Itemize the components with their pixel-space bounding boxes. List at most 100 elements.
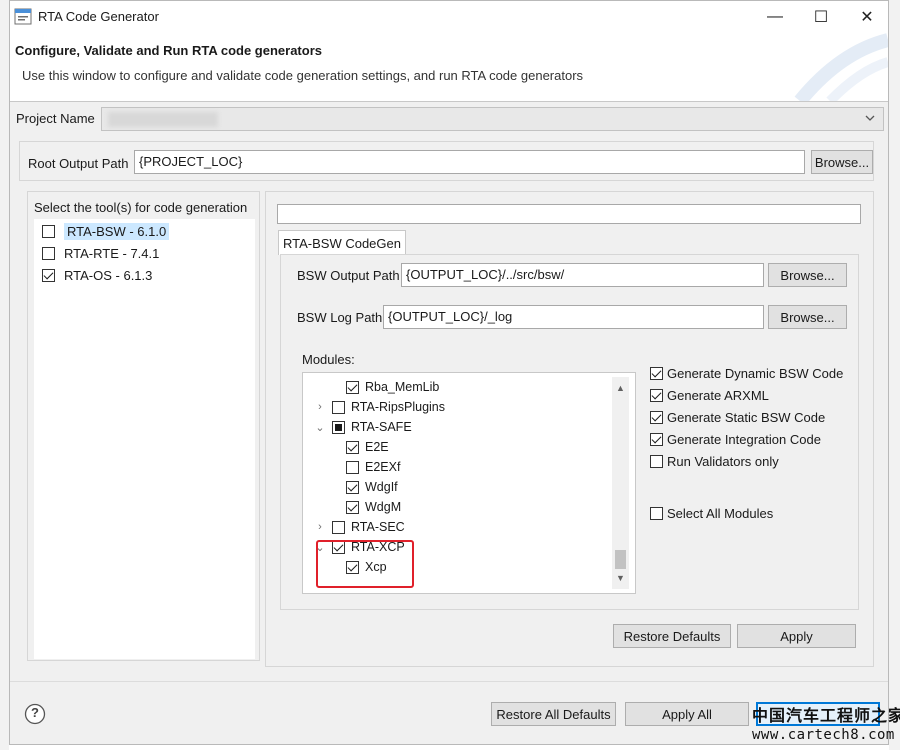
option-label: Generate Static BSW Code: [667, 409, 826, 425]
apply-button[interactable]: Apply: [737, 624, 856, 648]
maximize-button[interactable]: ☐: [798, 1, 844, 32]
scroll-thumb[interactable]: [615, 550, 626, 569]
maximize-icon: ☐: [813, 8, 829, 26]
tab-rta-bsw-codegen[interactable]: RTA-BSW CodeGen: [278, 230, 406, 255]
modules-label: Modules:: [302, 352, 355, 367]
project-name-combo[interactable]: [101, 107, 884, 131]
project-name-label: Project Name: [16, 111, 95, 126]
window-title: RTA Code Generator: [38, 9, 159, 24]
module-rta-sec[interactable]: › RTA-SEC: [313, 517, 405, 537]
tool-label: RTA-RTE - 7.4.1: [64, 245, 160, 261]
option-label: Select All Modules: [667, 505, 774, 521]
tool-checkbox[interactable]: [42, 246, 55, 260]
tool-checkbox[interactable]: [42, 224, 55, 238]
module-rta-safe[interactable]: ⌄ RTA-SAFE: [313, 417, 412, 437]
footer-separator: [10, 681, 888, 682]
bsw-output-browse-button[interactable]: Browse...: [768, 263, 847, 287]
module-checkbox[interactable]: [332, 420, 345, 434]
option-label: Generate Integration Code: [667, 431, 821, 447]
root-output-input[interactable]: {PROJECT_LOC}: [134, 150, 805, 174]
app-icon: [14, 8, 32, 25]
tool-item-rta-rte[interactable]: RTA-RTE - 7.4.1: [42, 243, 159, 263]
tools-list: RTA-BSW - 6.1.0 RTA-RTE - 7.4.1 RTA-OS -…: [34, 219, 255, 659]
tool-item-rta-bsw[interactable]: RTA-BSW - 6.1.0: [42, 221, 170, 241]
chevron-right-icon[interactable]: ›: [313, 401, 327, 413]
module-checkbox[interactable]: [346, 480, 359, 494]
option-select-all-modules[interactable]: Select All Modules: [650, 503, 773, 523]
option-generate-dynamic-bsw[interactable]: Generate Dynamic BSW Code: [650, 363, 843, 383]
option-checkbox[interactable]: [650, 410, 663, 424]
codegen-filter-input[interactable]: [277, 204, 861, 224]
header-description: Use this window to configure and validat…: [22, 68, 584, 83]
annotation-highlight-box: [316, 540, 414, 588]
minimize-icon: —: [767, 7, 783, 25]
watermark-url: www.cartech8.com: [752, 727, 895, 743]
header-decoration: [794, 33, 888, 101]
option-generate-arxml[interactable]: Generate ARXML: [650, 385, 769, 405]
tool-label: RTA-OS - 6.1.3: [64, 267, 153, 283]
header-title: Configure, Validate and Run RTA code gen…: [15, 43, 322, 58]
tool-label: RTA-BSW - 6.1.0: [64, 222, 170, 240]
module-label: RTA-SEC: [351, 520, 405, 534]
minimize-button[interactable]: —: [752, 1, 798, 32]
module-checkbox[interactable]: [332, 520, 345, 534]
tool-item-rta-os[interactable]: RTA-OS - 6.1.3: [42, 265, 152, 285]
watermark: 中国汽车工程师之家 www.cartech8.com: [752, 700, 900, 748]
tools-heading: Select the tool(s) for code generation: [34, 200, 248, 215]
background-editor: [0, 0, 9, 750]
module-checkbox[interactable]: [346, 460, 359, 474]
help-glyph: ?: [31, 705, 39, 720]
restore-defaults-button[interactable]: Restore Defaults: [613, 624, 731, 648]
module-label: E2E: [365, 440, 389, 454]
module-label: E2EXf: [365, 460, 401, 474]
close-button[interactable]: ✕: [844, 1, 890, 32]
module-checkbox[interactable]: [346, 500, 359, 514]
module-label: RTA-RipsPlugins: [351, 400, 446, 414]
module-wdgif[interactable]: WdgIf: [332, 477, 398, 497]
restore-all-defaults-button[interactable]: Restore All Defaults: [491, 702, 616, 726]
module-rba-memlib[interactable]: Rba_MemLib: [332, 377, 439, 397]
module-checkbox[interactable]: [346, 440, 359, 454]
option-checkbox[interactable]: [650, 366, 663, 380]
module-label: RTA-SAFE: [351, 420, 412, 434]
scroll-down-icon[interactable]: ▼: [612, 569, 629, 586]
option-checkbox[interactable]: [650, 388, 663, 402]
option-checkbox[interactable]: [650, 506, 663, 520]
bsw-log-input[interactable]: {OUTPUT_LOC}/_log: [383, 305, 764, 329]
chevron-down-icon[interactable]: ⌄: [313, 421, 327, 434]
module-label: WdgM: [365, 500, 402, 514]
option-checkbox[interactable]: [650, 454, 663, 468]
tab-label: RTA-BSW CodeGen: [282, 235, 401, 251]
option-generate-static-bsw[interactable]: Generate Static BSW Code: [650, 407, 825, 427]
bsw-log-label: BSW Log Path: [297, 310, 383, 325]
option-generate-integration[interactable]: Generate Integration Code: [650, 429, 821, 449]
apply-all-button[interactable]: Apply All: [625, 702, 749, 726]
bsw-log-browse-button[interactable]: Browse...: [768, 305, 847, 329]
root-output-browse-button[interactable]: Browse...: [811, 150, 873, 174]
scroll-up-icon[interactable]: ▲: [612, 379, 629, 396]
close-icon: ✕: [860, 8, 874, 26]
module-e2e[interactable]: E2E: [332, 437, 389, 457]
background-editor-right: [889, 0, 900, 750]
module-label: WdgIf: [365, 480, 398, 494]
module-rta-ripsplugins[interactable]: › RTA-RipsPlugins: [313, 397, 445, 417]
module-label: Rba_MemLib: [365, 380, 440, 394]
rta-code-generator-dialog: RTA Code Generator — ☐ ✕ Configure, Vali…: [9, 0, 889, 745]
module-wdgm[interactable]: WdgM: [332, 497, 401, 517]
redacted-project-name: [108, 112, 218, 127]
option-label: Run Validators only: [667, 453, 779, 469]
option-run-validators-only[interactable]: Run Validators only: [650, 451, 779, 471]
bsw-output-input[interactable]: {OUTPUT_LOC}/../src/bsw/: [401, 263, 764, 287]
module-e2exf[interactable]: E2EXf: [332, 457, 400, 477]
tool-checkbox[interactable]: [42, 268, 55, 282]
module-checkbox[interactable]: [346, 380, 359, 394]
chevron-down-icon: [865, 115, 875, 121]
chevron-right-icon[interactable]: ›: [313, 521, 327, 533]
option-label: Generate ARXML: [667, 387, 769, 403]
bsw-output-label: BSW Output Path: [297, 268, 400, 283]
title-bar: RTA Code Generator — ☐ ✕: [10, 1, 888, 32]
modules-scrollbar[interactable]: ▲ ▼: [612, 377, 629, 589]
dialog-header: Configure, Validate and Run RTA code gen…: [10, 32, 888, 101]
option-checkbox[interactable]: [650, 432, 663, 446]
module-checkbox[interactable]: [332, 400, 345, 414]
